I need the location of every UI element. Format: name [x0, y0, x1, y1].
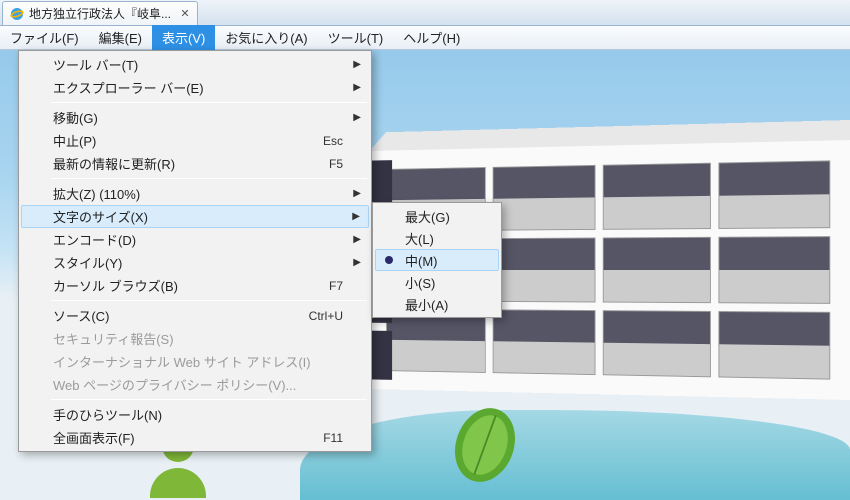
leaf-icon — [440, 400, 530, 490]
view-menu: ツール バー(T)▶エクスプローラー バー(E)▶ 移動(G)▶中止(P)Esc最… — [18, 50, 372, 452]
chevron-right-icon: ▶ — [353, 257, 361, 268]
menu-file[interactable]: ファイル(F) — [0, 25, 89, 50]
submenu-item[interactable]: 中(M) — [375, 249, 499, 271]
ie-icon — [9, 6, 25, 22]
menu-bar: ファイル(F)編集(E)表示(V)お気に入り(A)ツール(T)ヘルプ(H) — [0, 26, 850, 50]
submenu-item[interactable]: 小(S) — [375, 271, 499, 293]
browser-tab[interactable]: 地方独立行政法人『岐阜... ✕ — [2, 1, 198, 25]
radio-selected-icon — [385, 256, 393, 264]
menu-item: Web ページのプライバシー ポリシー(V)... — [21, 373, 369, 396]
tab-bar: 地方独立行政法人『岐阜... ✕ — [0, 0, 850, 26]
submenu-item[interactable]: 大(L) — [375, 227, 499, 249]
menu-edit[interactable]: 編集(E) — [89, 25, 152, 50]
chevron-right-icon: ▶ — [353, 188, 361, 199]
menu-help[interactable]: ヘルプ(H) — [393, 25, 470, 50]
menu-item[interactable]: 中止(P)Esc — [21, 129, 369, 152]
menu-item[interactable]: 最新の情報に更新(R)F5 — [21, 152, 369, 175]
chevron-right-icon: ▶ — [353, 82, 361, 93]
menu-item[interactable]: 文字のサイズ(X)▶ — [21, 205, 369, 228]
menu-item[interactable]: 手のひらツール(N) — [21, 403, 369, 426]
menu-item[interactable]: エクスプローラー バー(E)▶ — [21, 76, 369, 99]
menu-favorites[interactable]: お気に入り(A) — [215, 25, 317, 50]
menu-item: セキュリティ報告(S) — [21, 327, 369, 350]
tab-title: 地方独立行政法人『岐阜... — [29, 5, 171, 22]
chevron-right-icon: ▶ — [353, 234, 361, 245]
text-size-submenu: 最大(G)大(L)中(M)小(S)最小(A) — [372, 202, 502, 318]
submenu-item[interactable]: 最小(A) — [375, 293, 499, 315]
menu-item[interactable]: 拡大(Z) (110%)▶ — [21, 182, 369, 205]
chevron-right-icon: ▶ — [352, 211, 360, 222]
menu-item[interactable]: 全画面表示(F)F11 — [21, 426, 369, 449]
chevron-right-icon: ▶ — [353, 59, 361, 70]
menu-item[interactable]: エンコード(D)▶ — [21, 228, 369, 251]
menu-item[interactable]: スタイル(Y)▶ — [21, 251, 369, 274]
close-icon[interactable]: ✕ — [179, 8, 191, 20]
menu-item[interactable]: ソース(C)Ctrl+U — [21, 304, 369, 327]
menu-tools[interactable]: ツール(T) — [318, 25, 394, 50]
menu-item: インターナショナル Web サイト アドレス(I) — [21, 350, 369, 373]
menu-item[interactable]: ツール バー(T)▶ — [21, 53, 369, 76]
menu-item[interactable]: カーソル ブラウズ(B)F7 — [21, 274, 369, 297]
chevron-right-icon: ▶ — [353, 112, 361, 123]
menu-view[interactable]: 表示(V) — [152, 25, 215, 50]
submenu-item[interactable]: 最大(G) — [375, 205, 499, 227]
menu-item[interactable]: 移動(G)▶ — [21, 106, 369, 129]
